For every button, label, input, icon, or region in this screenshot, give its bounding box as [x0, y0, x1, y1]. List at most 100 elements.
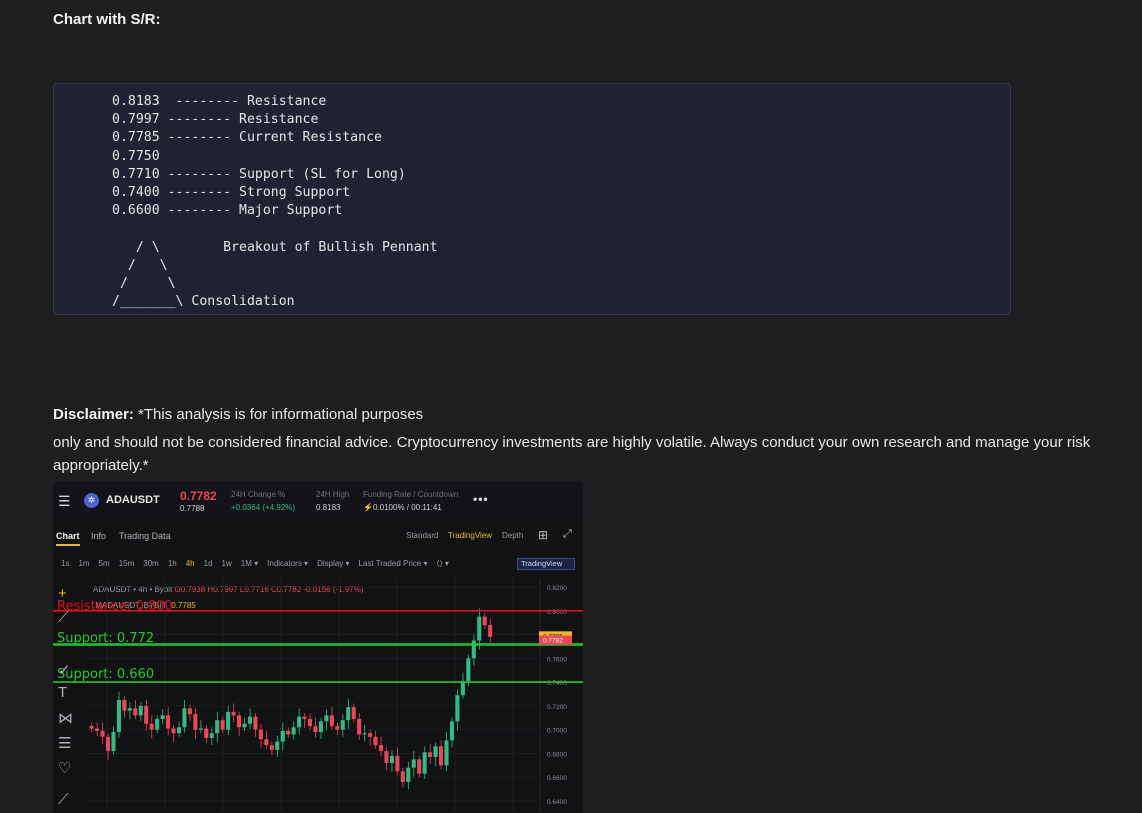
candle-body	[111, 732, 116, 752]
measure-icon[interactable]: ☰	[58, 734, 71, 752]
candle-body	[362, 733, 367, 735]
candle-body	[488, 625, 493, 637]
disclaimer-text-1: *This analysis is for informational purp…	[133, 406, 424, 423]
candle-body	[133, 708, 138, 716]
candle-body	[422, 752, 427, 774]
candle-body	[242, 723, 247, 728]
candle-body	[209, 733, 214, 738]
section-heading: Chart with S/R:	[53, 11, 161, 28]
candle-body	[406, 767, 411, 782]
candle-body	[166, 715, 171, 729]
y-tick-label: 0.7600	[547, 656, 567, 663]
candle-body	[237, 715, 242, 728]
candle-body	[373, 736, 378, 746]
candle-body	[395, 755, 400, 772]
candle-body	[95, 728, 100, 731]
candle-body	[411, 759, 416, 768]
disclaimer-label: Disclaimer:	[53, 406, 134, 423]
label-resistance: Resistance: 0.800	[57, 599, 173, 614]
trendline-icon[interactable]: ⟋	[58, 609, 69, 626]
candle-body	[477, 616, 482, 641]
crosshair-icon[interactable]: +	[58, 585, 67, 602]
candle-body	[433, 746, 438, 758]
candle-body	[417, 759, 422, 774]
candle-body	[89, 726, 94, 729]
candle-body	[269, 745, 274, 750]
candle-body	[155, 718, 160, 730]
candle-body	[116, 699, 121, 733]
candle-body	[297, 716, 302, 728]
pattern-icon[interactable]: ⋈	[58, 709, 73, 727]
candle-body	[122, 699, 127, 711]
candle-body	[444, 740, 449, 766]
candle-body	[258, 729, 263, 740]
candle-body	[127, 708, 132, 711]
price-tag-label-1: 0.7782	[543, 638, 563, 645]
candle-body	[466, 658, 471, 681]
favorite-icon[interactable]: ♡	[58, 759, 71, 777]
ruler-icon[interactable]: ⟋	[58, 791, 69, 808]
candle-body	[220, 720, 225, 730]
candle-body	[346, 707, 351, 721]
candle-body	[302, 716, 307, 719]
candle-body	[449, 721, 454, 741]
y-tick-label: 0.7000	[547, 728, 567, 735]
candle-body	[471, 640, 476, 659]
candle-body	[160, 715, 165, 719]
candle-body	[187, 708, 192, 715]
code-block: 0.8183 -------- Resistance 0.7997 ------…	[53, 83, 1011, 315]
label-support-2: Support: 0.660	[57, 667, 154, 682]
y-tick-label: 0.7200	[547, 704, 567, 711]
candle-body	[226, 711, 231, 730]
y-tick-label: 0.6400	[547, 799, 567, 806]
candle-body	[378, 745, 384, 752]
candle-body	[318, 721, 323, 733]
candle-body	[313, 726, 318, 733]
candle-body	[384, 751, 389, 763]
disclaimer-text-2: only and should not be considered financ…	[53, 434, 1091, 474]
candle-body	[455, 695, 460, 722]
candle-body	[247, 716, 252, 724]
candle-body	[286, 730, 291, 735]
candle-body	[275, 741, 280, 750]
chart-screenshot: ☰ ✲ ADAUSDT 0.7782 0.7788 24H Change % +…	[53, 481, 583, 813]
candle-body	[439, 746, 444, 766]
y-tick-label: 0.8200	[547, 585, 567, 592]
candle-body	[171, 728, 176, 734]
candle-body	[351, 707, 356, 719]
candle-body	[400, 771, 405, 782]
check-icon[interactable]: ✓	[58, 661, 71, 679]
candle-body	[368, 733, 373, 737]
candle-body	[138, 705, 143, 716]
candle-body	[357, 718, 362, 735]
candle-body	[182, 708, 187, 728]
candle-body	[389, 755, 394, 763]
candle-body	[291, 727, 296, 735]
candle-body	[329, 715, 334, 727]
y-tick-label: 0.6800	[547, 751, 567, 758]
candle-body	[204, 728, 209, 738]
candle-body	[231, 711, 236, 716]
candle-body	[105, 736, 111, 752]
candle-body	[460, 680, 465, 696]
code-text: 0.8183 -------- Resistance 0.7997 ------…	[112, 94, 438, 310]
candle-body	[253, 716, 258, 730]
candle-body	[340, 720, 345, 730]
label-support-1: Support: 0.772	[57, 631, 154, 646]
y-tick-label: 0.7400	[547, 680, 567, 687]
text-tool-icon[interactable]: T	[58, 684, 67, 701]
candle-body	[307, 718, 313, 727]
candle-body	[335, 726, 340, 730]
candle-body	[198, 728, 203, 730]
candle-body	[193, 714, 198, 730]
candle-body	[428, 752, 433, 758]
candlestick-chart[interactable]: 0.82000.80000.78000.76000.74000.72000.70…	[53, 481, 583, 813]
candle-body	[144, 705, 149, 724]
candle-body	[176, 727, 182, 734]
y-tick-label: 0.8000	[547, 609, 567, 616]
candle-body	[482, 616, 487, 626]
candle-body	[149, 723, 154, 730]
disclaimer-line-1: Disclaimer: *This analysis is for inform…	[53, 406, 423, 423]
candle-body	[264, 739, 269, 746]
candle-body	[100, 730, 105, 737]
